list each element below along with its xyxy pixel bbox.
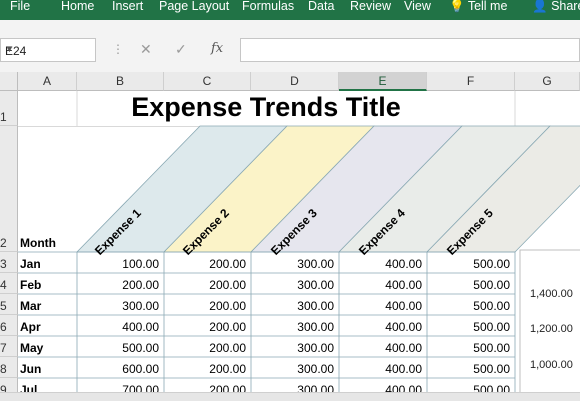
chart-axis-label: 1,000.00	[530, 359, 573, 371]
month-cell[interactable]: Mar	[20, 296, 41, 316]
value-cell[interactable]: 400.00	[339, 338, 422, 358]
value-cell[interactable]: 400.00	[339, 296, 422, 316]
chart-axis-label: 1,200.00	[530, 323, 573, 335]
value-cell[interactable]: 400.00	[339, 275, 422, 295]
value-cell[interactable]: 500.00	[427, 275, 510, 295]
value-cell[interactable]: 400.00	[77, 317, 159, 337]
month-cell[interactable]: Apr	[20, 317, 41, 337]
value-cell[interactable]: 300.00	[77, 296, 159, 316]
value-cell[interactable]: 200.00	[164, 359, 246, 379]
value-cell[interactable]: 500.00	[427, 338, 510, 358]
value-cell[interactable]: 200.00	[164, 275, 246, 295]
month-cell[interactable]: Jun	[20, 359, 41, 379]
value-cell[interactable]: 600.00	[77, 359, 159, 379]
value-cell[interactable]: 100.00	[77, 254, 159, 274]
month-header[interactable]: Month	[20, 236, 56, 250]
month-cell[interactable]: May	[20, 338, 43, 358]
value-cell[interactable]: 300.00	[251, 296, 334, 316]
value-cell[interactable]: 500.00	[77, 338, 159, 358]
month-cell[interactable]: Feb	[20, 275, 41, 295]
value-cell[interactable]: 500.00	[427, 296, 510, 316]
value-cell[interactable]: 500.00	[427, 317, 510, 337]
value-cell[interactable]: 200.00	[164, 317, 246, 337]
value-cell[interactable]: 500.00	[427, 254, 510, 274]
value-cell[interactable]: 300.00	[251, 254, 334, 274]
sheet-title[interactable]: Expense Trends Title	[78, 92, 454, 123]
value-cell[interactable]: 200.00	[164, 338, 246, 358]
value-cell[interactable]: 400.00	[339, 317, 422, 337]
value-cell[interactable]: 500.00	[427, 359, 510, 379]
value-cell[interactable]: 300.00	[251, 359, 334, 379]
value-cell[interactable]: 400.00	[339, 359, 422, 379]
angled-headers	[76, 125, 580, 253]
value-cell[interactable]: 300.00	[251, 338, 334, 358]
value-cell[interactable]: 400.00	[339, 254, 422, 274]
value-cell[interactable]: 300.00	[251, 317, 334, 337]
value-cell[interactable]: 200.00	[77, 275, 159, 295]
month-cell[interactable]: Jan	[20, 254, 41, 274]
value-cell[interactable]: 300.00	[251, 275, 334, 295]
value-cell[interactable]: 200.00	[164, 296, 246, 316]
value-cell[interactable]: 200.00	[164, 254, 246, 274]
chart-axis-label: 1,400.00	[530, 288, 573, 300]
